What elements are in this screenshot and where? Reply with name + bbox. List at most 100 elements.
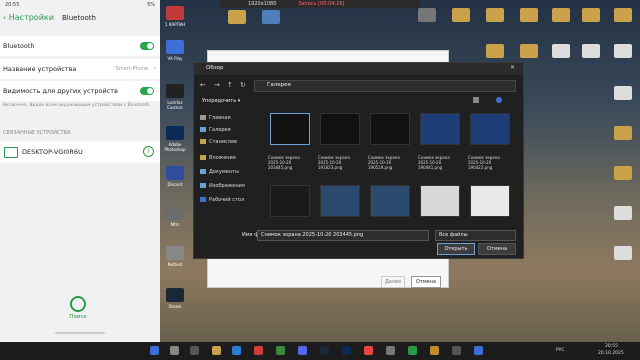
visibility-row[interactable]: Видимость для других устройств bbox=[0, 81, 160, 101]
desktop-icon-label: Lockfox Cosmos bbox=[167, 100, 183, 110]
file-thumbnail[interactable] bbox=[420, 185, 460, 217]
filetype-select[interactable]: Все файлы bbox=[435, 230, 516, 241]
search-devices-button[interactable]: Поиск bbox=[66, 296, 90, 320]
search-icon[interactable] bbox=[170, 346, 179, 355]
desktop-icon-vkplay[interactable] bbox=[166, 40, 184, 54]
paired-device-row[interactable]: DESKTOP-VGI0R6U i bbox=[0, 141, 160, 163]
clock-date[interactable]: 20.10.2025 bbox=[598, 351, 624, 356]
text-file-icon[interactable] bbox=[614, 44, 632, 58]
file-name[interactable]: Снимок экрана 2025-10-20 190441.png bbox=[418, 155, 462, 170]
back-label: Настройки bbox=[8, 13, 54, 22]
start-icon[interactable] bbox=[150, 346, 159, 355]
text-file-icon[interactable] bbox=[614, 206, 632, 220]
app-icon[interactable] bbox=[430, 346, 439, 355]
organize-menu[interactable]: Упорядочить ▾ bbox=[202, 98, 240, 104]
file-thumbnail[interactable] bbox=[320, 185, 360, 217]
next-button[interactable]: Далее bbox=[381, 276, 405, 288]
folder-icon[interactable] bbox=[614, 126, 632, 140]
folder-icon[interactable] bbox=[552, 8, 570, 22]
app-icon[interactable] bbox=[386, 346, 395, 355]
file-thumbnail[interactable] bbox=[320, 113, 360, 145]
taskbar: РУС 20:55 20.10.2025 bbox=[0, 342, 640, 360]
refresh-icon[interactable]: ↻ bbox=[240, 81, 246, 89]
file-thumbnail[interactable] bbox=[470, 185, 510, 217]
clock-time[interactable]: 20:55 bbox=[605, 344, 618, 349]
desktop-icon-lockfox[interactable] bbox=[166, 84, 184, 98]
file-thumbnail[interactable] bbox=[420, 113, 460, 145]
dialog-titlebar: Обзор ✕ bbox=[194, 63, 523, 75]
app-icon[interactable] bbox=[254, 346, 263, 355]
folder-icon[interactable] bbox=[520, 44, 538, 58]
app-icon[interactable] bbox=[452, 346, 461, 355]
up-arrow-icon[interactable]: ↑ bbox=[227, 81, 233, 89]
folder-icon[interactable] bbox=[452, 8, 470, 22]
sidebar-item-documents[interactable]: Документы bbox=[200, 169, 239, 175]
file-name[interactable]: Снимок экрана 2025-10-20 190519.png bbox=[368, 155, 412, 170]
forward-arrow-icon[interactable]: → bbox=[214, 81, 220, 89]
desktop-icon-discord[interactable] bbox=[166, 166, 184, 180]
browser-icon[interactable] bbox=[232, 346, 241, 355]
close-icon[interactable]: ✕ bbox=[510, 64, 515, 71]
sidebar-item-desktop[interactable]: Рабочий стол bbox=[200, 197, 244, 203]
bluetooth-toggle[interactable] bbox=[140, 42, 154, 50]
file-name[interactable]: Снимок экрана 2025-10-20 191623.png bbox=[318, 155, 362, 170]
help-icon[interactable] bbox=[496, 97, 502, 103]
folder-icon[interactable] bbox=[520, 8, 538, 22]
status-time: 20:55 bbox=[5, 2, 20, 8]
desktop-icon-photoshop[interactable] bbox=[166, 126, 184, 140]
file-grid: Снимок экрана 2025-10-20 203445.png Сним… bbox=[268, 109, 516, 227]
sidebar-item-home[interactable]: Главная bbox=[200, 115, 231, 121]
folder-icon[interactable] bbox=[486, 44, 504, 58]
app-icon[interactable] bbox=[320, 346, 329, 355]
desktop-icon-1[interactable] bbox=[166, 6, 184, 20]
taskview-icon[interactable] bbox=[190, 346, 199, 355]
file-thumbnail[interactable] bbox=[470, 113, 510, 145]
text-file-icon[interactable] bbox=[614, 86, 632, 100]
sidebar-item-pictures[interactable]: Изображения bbox=[200, 183, 245, 189]
path-box[interactable]: Галерея bbox=[254, 80, 516, 92]
desktop-icon-nettest[interactable] bbox=[166, 246, 184, 260]
file-thumbnail[interactable] bbox=[370, 185, 410, 217]
sidebar-item-attachments[interactable]: Вложения bbox=[200, 155, 236, 161]
visibility-toggle[interactable] bbox=[140, 87, 154, 95]
cancel-button[interactable]: Отмена bbox=[411, 276, 441, 288]
file-thumbnail[interactable] bbox=[270, 113, 310, 145]
explorer-icon[interactable] bbox=[212, 346, 221, 355]
folder-icon[interactable] bbox=[582, 8, 600, 22]
folder-icon[interactable] bbox=[228, 10, 246, 24]
file-thumbnail[interactable] bbox=[270, 185, 310, 217]
bluetooth-toggle-row[interactable]: Bluetooth bbox=[0, 36, 160, 56]
back-button[interactable]: ‹ Настройки bbox=[3, 13, 54, 22]
language-indicator[interactable]: РУС bbox=[556, 348, 565, 353]
sidebar-item-user[interactable]: Станислав bbox=[200, 139, 237, 145]
file-name[interactable]: Снимок экрана 2025-10-20 190422.png bbox=[468, 155, 512, 170]
file-thumbnail[interactable] bbox=[370, 113, 410, 145]
filename-input[interactable]: Снимок экрана 2025-10-20 203445.png bbox=[257, 230, 429, 241]
device-name-row[interactable]: Название устройства Smart-Phone › bbox=[0, 59, 160, 79]
file-name[interactable]: Снимок экрана 2025-10-20 203445.png bbox=[268, 155, 312, 170]
desktop-icon-mtrs[interactable] bbox=[166, 206, 184, 220]
text-file-icon[interactable] bbox=[614, 246, 632, 260]
app-icon[interactable] bbox=[408, 346, 417, 355]
text-file-icon[interactable] bbox=[552, 44, 570, 58]
app-icon[interactable] bbox=[342, 346, 351, 355]
folder-icon[interactable] bbox=[486, 8, 504, 22]
app-icon[interactable] bbox=[298, 346, 307, 355]
info-icon[interactable]: i bbox=[143, 146, 154, 157]
open-button[interactable]: Открыть bbox=[437, 243, 475, 255]
view-icon[interactable] bbox=[473, 97, 479, 103]
visibility-note: Включено. Виден всем окружающим устройст… bbox=[3, 103, 151, 108]
folder-icon[interactable] bbox=[614, 8, 632, 22]
app-icon[interactable] bbox=[364, 346, 373, 355]
app-icon[interactable] bbox=[418, 8, 436, 22]
folder-icon[interactable] bbox=[614, 166, 632, 180]
app-icon[interactable] bbox=[276, 346, 285, 355]
text-file-icon[interactable] bbox=[582, 44, 600, 58]
sidebar-item-gallery[interactable]: Галерея bbox=[200, 127, 231, 133]
desktop-icon-steam[interactable] bbox=[166, 288, 184, 302]
computer-icon[interactable] bbox=[262, 10, 280, 24]
cancel-button[interactable]: Отмена bbox=[478, 243, 516, 255]
back-arrow-icon[interactable]: ← bbox=[200, 81, 206, 89]
app-icon[interactable] bbox=[474, 346, 483, 355]
desktop-icon-label: VK Play bbox=[167, 56, 183, 61]
